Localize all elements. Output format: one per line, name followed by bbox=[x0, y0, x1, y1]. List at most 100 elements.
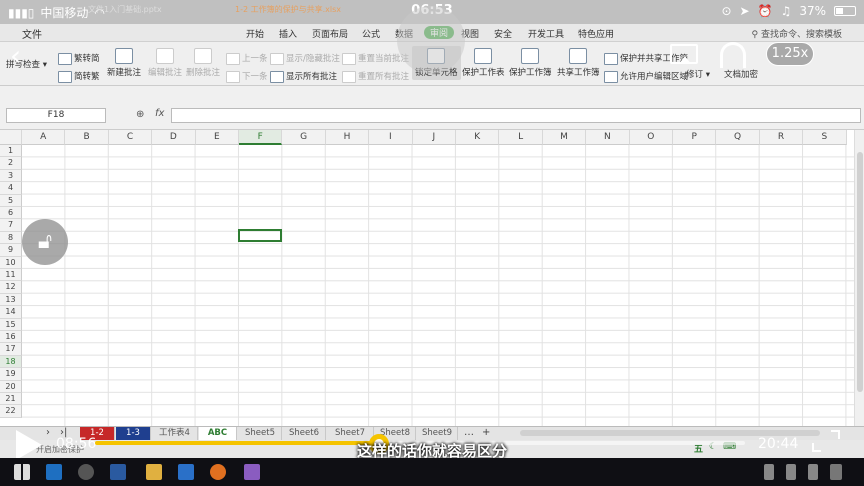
active-cell[interactable] bbox=[238, 229, 282, 242]
row-header-15[interactable]: 15 bbox=[0, 318, 22, 331]
sheet-tab[interactable]: 1-3 bbox=[116, 427, 151, 440]
delete-comment-button[interactable]: 删除批注 bbox=[186, 48, 220, 78]
row-header-7[interactable]: 7 bbox=[0, 219, 22, 232]
column-header-o[interactable]: O bbox=[629, 130, 673, 145]
row-header-1[interactable]: 1 bbox=[0, 145, 22, 158]
row-header-13[interactable]: 13 bbox=[0, 293, 22, 307]
show-hide-comment-button[interactable]: 显示/隐藏批注 bbox=[270, 52, 340, 65]
add-sheet-icon[interactable]: + bbox=[482, 427, 490, 438]
menu-special[interactable]: 特色应用 bbox=[578, 27, 614, 40]
protect-sheet-button[interactable]: 保护工作表 bbox=[462, 48, 505, 78]
menu-developer[interactable]: 开发工具 bbox=[528, 27, 564, 40]
playback-speed-button[interactable]: 1.25x bbox=[766, 42, 814, 66]
column-header-r[interactable]: R bbox=[759, 130, 804, 145]
reset-all-comments-button[interactable]: 重置所有批注 bbox=[342, 70, 409, 83]
row-header-17[interactable]: 17 bbox=[0, 343, 22, 356]
file-menu[interactable]: 文件 bbox=[22, 26, 42, 41]
row-header-3[interactable]: 3 bbox=[0, 169, 22, 183]
column-header-n[interactable]: N bbox=[586, 130, 630, 145]
sheet-tab[interactable]: 工作表4 bbox=[152, 427, 198, 440]
edge-icon[interactable] bbox=[46, 464, 62, 480]
reset-current-comment-button[interactable]: 重置当前批注 bbox=[342, 52, 409, 65]
menu-home[interactable]: 开始 bbox=[246, 27, 264, 40]
scroll-thumb[interactable] bbox=[857, 152, 863, 392]
column-header-d[interactable]: D bbox=[152, 130, 196, 145]
back-arrow-icon[interactable]: ‹ bbox=[10, 42, 40, 72]
column-header-i[interactable]: I bbox=[369, 130, 413, 145]
row-header-12[interactable]: 12 bbox=[0, 281, 22, 294]
cell-grid[interactable] bbox=[22, 145, 854, 426]
row-header-9[interactable]: 9 bbox=[0, 244, 22, 257]
column-header-c[interactable]: C bbox=[108, 130, 153, 145]
column-header-l[interactable]: L bbox=[499, 130, 543, 145]
row-header-18[interactable]: 18 bbox=[0, 355, 22, 369]
select-all-corner[interactable] bbox=[0, 130, 22, 145]
row-header-19[interactable]: 19 bbox=[0, 368, 22, 381]
vertical-scrollbar[interactable] bbox=[854, 130, 864, 426]
protect-workbook-button[interactable]: 保护工作簿 bbox=[509, 48, 552, 78]
tray-icon[interactable] bbox=[808, 464, 818, 480]
command-search[interactable]: ⚲ 查找命令、搜索模板 bbox=[752, 27, 842, 40]
row-header-20[interactable]: 20 bbox=[0, 380, 22, 393]
task-view-icon[interactable] bbox=[110, 464, 126, 480]
show-all-comments-button[interactable]: 显示所有批注 bbox=[270, 70, 337, 83]
sheet-tab[interactable]: Sheet6 bbox=[283, 427, 326, 440]
row-header-4[interactable]: 4 bbox=[0, 182, 22, 195]
sheet-tab[interactable]: ABC bbox=[199, 427, 237, 440]
firefox-icon[interactable] bbox=[210, 464, 226, 480]
column-header-p[interactable]: P bbox=[673, 130, 717, 145]
column-header-q[interactable]: Q bbox=[716, 130, 760, 145]
row-header-22[interactable]: 22 bbox=[0, 405, 22, 418]
column-header-m[interactable]: M bbox=[542, 130, 587, 145]
row-header-14[interactable]: 14 bbox=[0, 306, 22, 319]
simp-to-trad-button[interactable]: 简转繁 bbox=[58, 70, 100, 83]
row-header-5[interactable]: 5 bbox=[0, 194, 22, 207]
next-comment-button[interactable]: 下一条 bbox=[226, 70, 268, 83]
sheet-tab[interactable]: Sheet7 bbox=[327, 427, 374, 440]
column-header-j[interactable]: J bbox=[412, 130, 456, 145]
fx-icon[interactable]: fx bbox=[155, 108, 164, 119]
tray-icon[interactable] bbox=[786, 464, 796, 480]
audio-mode-icon[interactable] bbox=[720, 42, 746, 68]
trad-to-simp-button[interactable]: 繁转简 bbox=[58, 52, 100, 65]
prev-comment-button[interactable]: 上一条 bbox=[226, 52, 268, 65]
track-changes-button[interactable]: 修订 ▾ bbox=[686, 68, 710, 80]
column-header-e[interactable]: E bbox=[195, 130, 239, 145]
app-icon[interactable] bbox=[178, 464, 194, 480]
file-explorer-icon[interactable] bbox=[146, 464, 162, 480]
fullscreen-icon[interactable] bbox=[812, 430, 840, 452]
name-box[interactable]: F18 bbox=[6, 108, 106, 123]
column-header-a[interactable]: A bbox=[22, 130, 66, 145]
spreadsheet-grid[interactable]: ABCDEFGHIJKLMNOPQRS 1 2 3 4 5 6 7 8 9 10 11 12 13 14 1… bbox=[0, 130, 854, 426]
formula-input[interactable] bbox=[171, 108, 861, 123]
share-workbook-button[interactable]: 共享工作簿 bbox=[557, 48, 600, 78]
row-header-21[interactable]: 21 bbox=[0, 393, 22, 406]
column-header-g[interactable]: G bbox=[282, 130, 326, 145]
row-header-16[interactable]: 16 bbox=[0, 331, 22, 344]
sheet-tab[interactable]: Sheet5 bbox=[239, 427, 282, 440]
menu-formulas[interactable]: 公式 bbox=[362, 27, 380, 40]
column-header-h[interactable]: H bbox=[325, 130, 370, 145]
more-tabs-icon[interactable]: … bbox=[464, 427, 474, 438]
airplay-icon[interactable] bbox=[670, 44, 698, 64]
edit-comment-button[interactable]: 编辑批注 bbox=[148, 48, 182, 78]
row-header-11[interactable]: 11 bbox=[0, 269, 22, 282]
tab-nav-next-icon[interactable]: › bbox=[46, 427, 50, 438]
row-header-6[interactable]: 6 bbox=[0, 207, 22, 220]
column-header-k[interactable]: K bbox=[456, 130, 500, 145]
tray-icon[interactable] bbox=[764, 464, 774, 480]
menu-insert[interactable]: 插入 bbox=[279, 27, 297, 40]
allow-edit-range-button[interactable]: 允许用户编辑区域 bbox=[604, 70, 688, 83]
encrypt-button[interactable]: 文档加密 bbox=[724, 68, 758, 80]
cortana-icon[interactable] bbox=[78, 464, 94, 480]
unlock-icon[interactable]: 🔓︎ bbox=[22, 219, 68, 265]
row-header-10[interactable]: 10 bbox=[0, 256, 22, 269]
wps-app-icon[interactable] bbox=[244, 464, 260, 480]
row-header-2[interactable]: 2 bbox=[0, 157, 22, 170]
windows-start-icon[interactable] bbox=[14, 464, 30, 480]
column-header-s[interactable]: S bbox=[803, 130, 847, 145]
row-header-8[interactable]: 8 bbox=[0, 231, 22, 245]
column-header-f[interactable]: F bbox=[239, 130, 283, 145]
new-comment-button[interactable]: 新建批注 bbox=[107, 48, 141, 78]
column-header-b[interactable]: B bbox=[65, 130, 109, 145]
